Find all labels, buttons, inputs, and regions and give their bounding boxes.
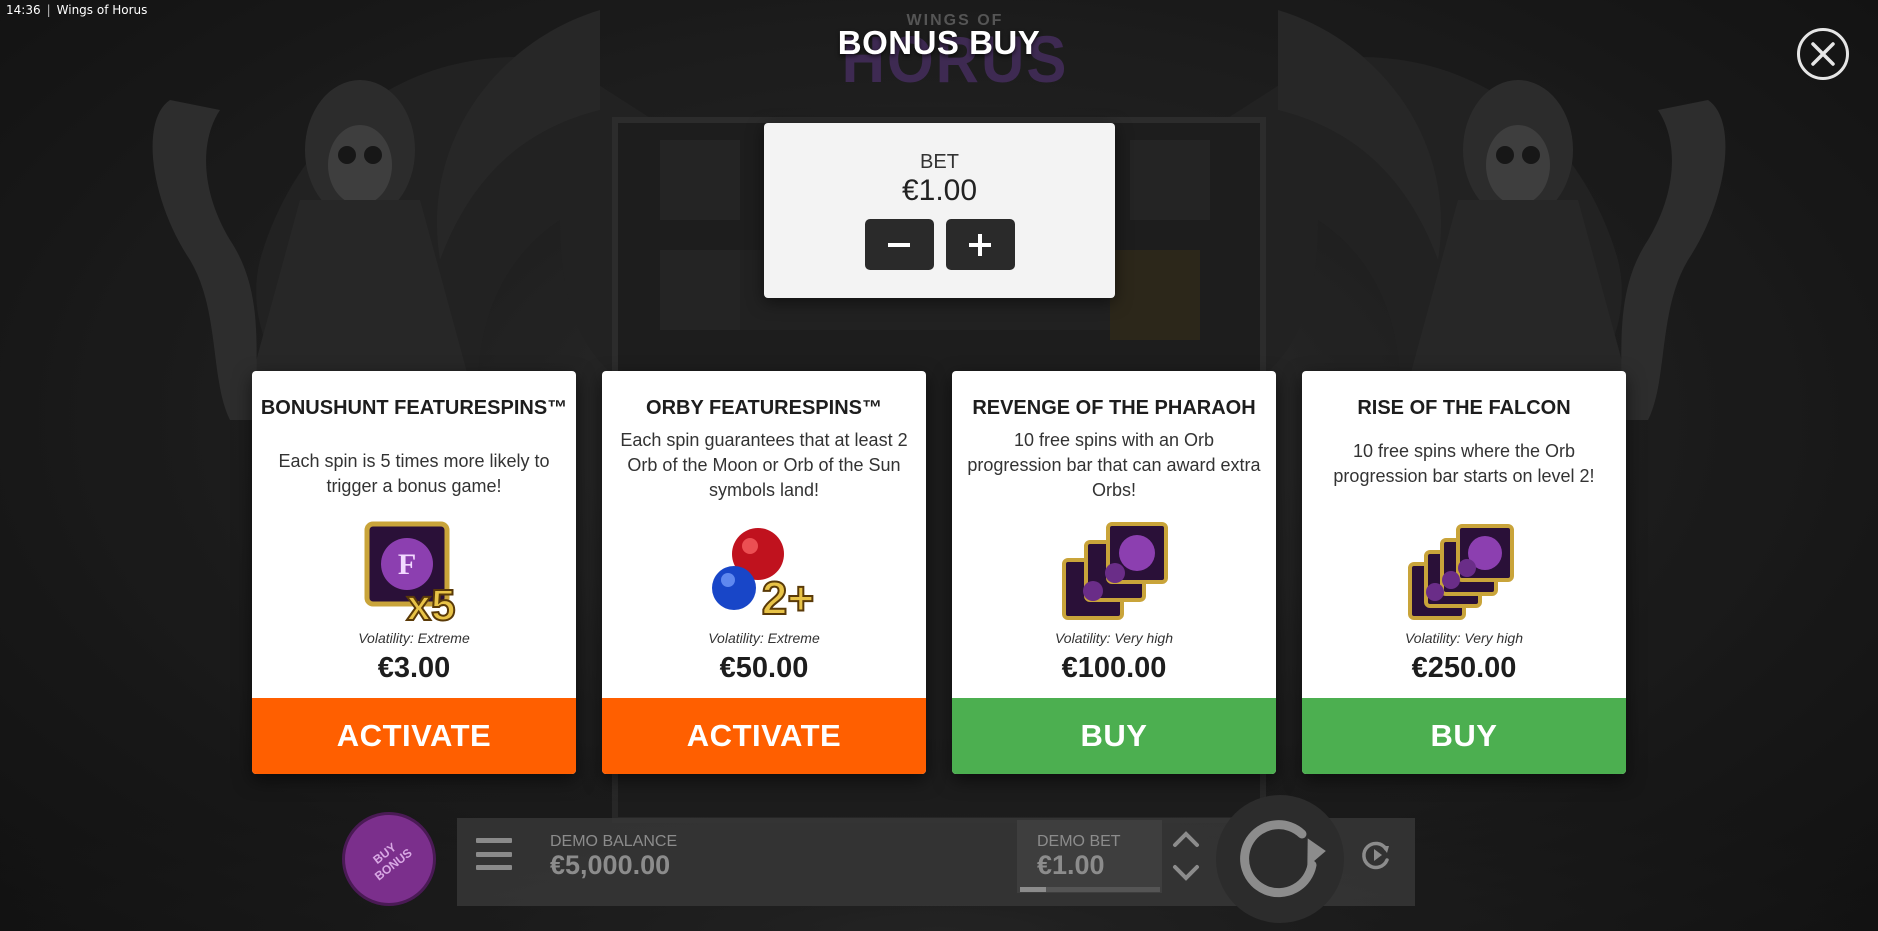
buy-bonus-label: BUY BONUS: [370, 840, 415, 884]
card-volatility: Volatility: Very high: [1404, 630, 1523, 646]
demo-bet-label: DEMO BET: [1037, 833, 1121, 850]
spin-icon: [1240, 820, 1326, 898]
menu-button[interactable]: [474, 835, 514, 873]
card-title: RISE OF THE FALCON: [1357, 397, 1571, 419]
clock-time: 14:36: [6, 3, 41, 17]
chevron-down-icon: [1173, 865, 1199, 881]
bet-value: €1.00: [901, 174, 978, 207]
card-description: Each spin guarantees that at least 2 Orb…: [620, 430, 908, 500]
close-icon: [1811, 42, 1835, 66]
demo-balance-label: DEMO BALANCE: [550, 833, 678, 850]
card-price: €3.00: [377, 652, 451, 684]
fs-x5-icon: F x5: [252, 514, 576, 632]
bonus-card-bonushunt: BONUSHUNT FEATURESPINS™ Each spin is 5 t…: [252, 371, 576, 774]
minus-icon: [888, 242, 910, 247]
card-description: Each spin is 5 times more likely to trig…: [278, 451, 550, 496]
card-volatility: Volatility: Extreme: [358, 630, 470, 646]
card-title: REVENGE OF THE PHARAOH: [972, 397, 1256, 419]
buy-button[interactable]: BUY: [952, 698, 1276, 774]
page-title: BONUS BUY: [837, 24, 1041, 61]
plus-icon: [969, 233, 991, 256]
close-button[interactable]: [1797, 28, 1849, 80]
bet-down-button[interactable]: [1172, 862, 1200, 884]
bet-controls: [764, 219, 1115, 270]
decrease-bet-button[interactable]: [864, 219, 934, 270]
demo-bet-value: €1.00: [1037, 850, 1105, 880]
card-title: BONUSHUNT FEATURESPINS™: [260, 397, 568, 419]
card-price: €50.00: [719, 652, 809, 684]
spin-button[interactable]: [1216, 795, 1344, 923]
hamburger-icon: [476, 838, 512, 843]
app-title: Wings of Horus: [56, 3, 148, 17]
buy-button[interactable]: BUY: [1302, 698, 1626, 774]
autoplay-icon: [1362, 841, 1389, 870]
increase-bet-button[interactable]: [945, 219, 1015, 270]
card-price: €100.00: [1061, 652, 1167, 684]
card-price: €250.00: [1411, 652, 1517, 684]
activate-button[interactable]: ACTIVATE: [252, 698, 576, 774]
system-bar: 14:36 | Wings of Horus: [6, 2, 147, 18]
separator: |: [46, 3, 51, 17]
card-volatility: Volatility: Very high: [1054, 630, 1173, 646]
bonus-card-orby: ORBY FEATURESPINS™ Each spin guarantees …: [602, 371, 926, 774]
bet-up-button[interactable]: [1172, 828, 1200, 850]
autoplay-button[interactable]: [1360, 838, 1394, 872]
badge-text: 2+: [762, 572, 814, 624]
chevron-up-icon: [1173, 831, 1199, 847]
bonus-card-rise-of-the-falcon: RISE OF THE FALCON 10 free spins where t…: [1302, 371, 1626, 774]
card-title: ORBY FEATURESPINS™: [646, 397, 882, 419]
activate-button[interactable]: ACTIVATE: [602, 698, 926, 774]
card-description: 10 free spins with an Orb progression ba…: [967, 430, 1261, 500]
card-description: 10 free spins where the Orb progression …: [1333, 441, 1595, 486]
svg-text:F: F: [398, 548, 416, 581]
bet-label: BET: [920, 151, 959, 173]
badge-text: x5: [407, 581, 456, 628]
bet-level-bar: [1020, 887, 1160, 892]
card-volatility: Volatility: Extreme: [708, 630, 820, 646]
demo-balance-value: €5,000.00: [550, 850, 671, 880]
buy-bonus-button[interactable]: BUY BONUS: [342, 812, 436, 906]
fs-stack-3-icon: [952, 514, 1276, 632]
bet-selector: BET €1.00: [764, 123, 1115, 298]
fs-stack-4-icon: [1302, 514, 1626, 632]
orbs-2plus-icon: 2+: [602, 514, 926, 632]
bonus-card-revenge-of-the-pharaoh: REVENGE OF THE PHARAOH 10 free spins wit…: [952, 371, 1276, 774]
